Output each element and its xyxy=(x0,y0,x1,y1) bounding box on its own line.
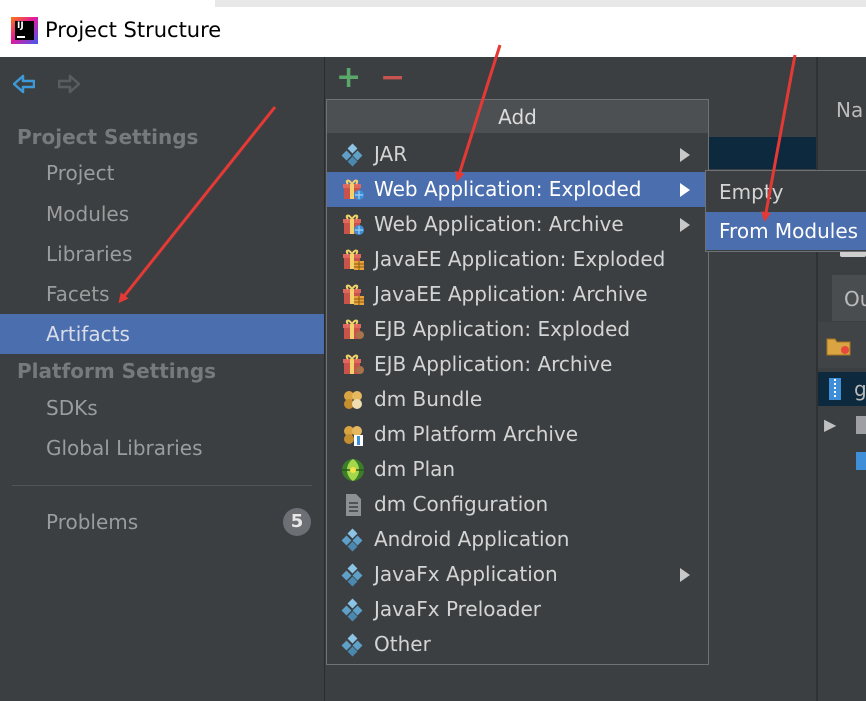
menu-item-javafx-preloader[interactable]: JavaFx Preloader xyxy=(327,592,708,627)
submenu-arrow-icon xyxy=(680,183,690,197)
forward-arrow-icon[interactable] xyxy=(58,74,80,94)
sidebar-item-global-libraries[interactable]: Global Libraries xyxy=(46,435,203,461)
menu-item-label: dm Plan xyxy=(374,457,456,481)
menu-item-label: EJB Application: Archive xyxy=(374,352,613,376)
back-arrow-icon[interactable] xyxy=(13,74,35,94)
output-tree-row-label: g xyxy=(854,377,866,401)
submenu-item-empty[interactable]: Empty xyxy=(719,179,784,205)
menu-item-web-application-archive[interactable]: Web Application: Archive xyxy=(327,207,708,242)
diamond-icon xyxy=(341,143,365,167)
sidebar-item-libraries[interactable]: Libraries xyxy=(46,241,132,267)
menu-item-label: dm Bundle xyxy=(374,387,483,411)
document-icon xyxy=(341,493,365,517)
menu-item-dm-bundle[interactable]: dm Bundle xyxy=(327,382,708,417)
sidebar-item-modules[interactable]: Modules xyxy=(46,201,129,227)
menu-item-javaee-application-exploded[interactable]: JavaEE Application: Exploded xyxy=(327,242,708,277)
project-settings-heading: Project Settings xyxy=(17,125,199,149)
menu-item-jar[interactable]: JAR xyxy=(327,137,708,172)
plan-icon xyxy=(341,458,365,482)
sidebar-item-project[interactable]: Project xyxy=(46,160,114,186)
gift-ejb-icon xyxy=(341,353,365,377)
gift-web-icon xyxy=(341,213,365,237)
menu-item-label: JavaFx Preloader xyxy=(374,597,542,621)
submenu-arrow-icon xyxy=(680,148,690,162)
intellij-logo-icon: IJ xyxy=(11,17,38,44)
menu-item-label: JavaEE Application: Archive xyxy=(374,282,648,306)
sidebar-border xyxy=(324,57,325,701)
menu-item-label: EJB Application: Exploded xyxy=(374,317,631,341)
menu-item-label: Web Application: Exploded xyxy=(374,177,642,201)
menu-item-javaee-application-archive[interactable]: JavaEE Application: Archive xyxy=(327,277,708,312)
submenu-arrow-icon xyxy=(680,568,690,582)
menu-item-dm-plan[interactable]: dm Plan xyxy=(327,452,708,487)
gift-ee-icon xyxy=(341,283,365,307)
menu-item-label: JAR xyxy=(374,142,408,166)
artifact-name-label: Na xyxy=(836,98,864,122)
menu-item-other[interactable]: Other xyxy=(327,627,708,662)
tab-output-layout-label: Ou xyxy=(844,287,866,311)
platform-settings-heading: Platform Settings xyxy=(17,359,217,383)
gift-ejb-icon xyxy=(341,318,365,342)
problems-count-badge: 5 xyxy=(283,508,311,536)
window-title: Project Structure xyxy=(45,18,222,42)
new-folder-icon[interactable] xyxy=(826,335,852,357)
diamond-icon xyxy=(341,528,365,552)
gift-web-icon xyxy=(341,178,365,202)
remove-artifact-button[interactable]: − xyxy=(380,63,405,93)
add-menu-title: Add xyxy=(498,105,537,129)
sidebar-item-artifacts-label: Artifacts xyxy=(46,322,130,346)
menu-item-dm-platform-archive[interactable]: dm Platform Archive xyxy=(327,417,708,452)
menu-item-ejb-application-exploded[interactable]: EJB Application: Exploded xyxy=(327,312,708,347)
bundle-icon xyxy=(341,388,365,412)
tree-expand-arrow-icon[interactable]: ▶ xyxy=(824,417,836,433)
folder-icon xyxy=(856,416,866,434)
sidebar-item-problems[interactable]: Problems xyxy=(46,509,138,535)
archive-icon xyxy=(829,378,841,400)
menu-item-dm-configuration[interactable]: dm Configuration xyxy=(327,487,708,522)
menu-item-javafx-application[interactable]: JavaFx Application xyxy=(327,557,708,592)
menu-item-label: JavaEE Application: Exploded xyxy=(374,247,666,271)
sidebar-divider xyxy=(12,485,312,486)
submenu-arrow-icon xyxy=(680,218,690,232)
sidebar-item-sdks[interactable]: SDKs xyxy=(46,395,98,421)
menu-item-label: Other xyxy=(374,632,431,656)
menu-item-label: JavaFx Application xyxy=(374,562,558,586)
menu-item-android-application[interactable]: Android Application xyxy=(327,522,708,557)
sidebar-item-facets[interactable]: Facets xyxy=(46,281,110,307)
menu-item-label: dm Platform Archive xyxy=(374,422,579,446)
menu-item-label: Web Application: Archive xyxy=(374,212,624,236)
diamond-icon xyxy=(341,633,365,657)
artifact-list-selection xyxy=(709,137,817,169)
menu-item-label: dm Configuration xyxy=(374,492,549,516)
diamond-icon xyxy=(341,598,365,622)
submenu-item-from-modules-label: From Modules xyxy=(719,219,859,243)
menu-item-ejb-application-archive[interactable]: EJB Application: Archive xyxy=(327,347,708,382)
diamond-icon xyxy=(341,563,365,587)
menu-item-label: Android Application xyxy=(374,527,570,551)
menu-item-web-application-exploded[interactable]: Web Application: Exploded xyxy=(327,172,708,207)
platform-archive-icon xyxy=(341,423,365,447)
add-artifact-button[interactable]: + xyxy=(336,63,361,93)
gift-ee-icon xyxy=(341,248,365,272)
module-icon xyxy=(856,452,866,470)
